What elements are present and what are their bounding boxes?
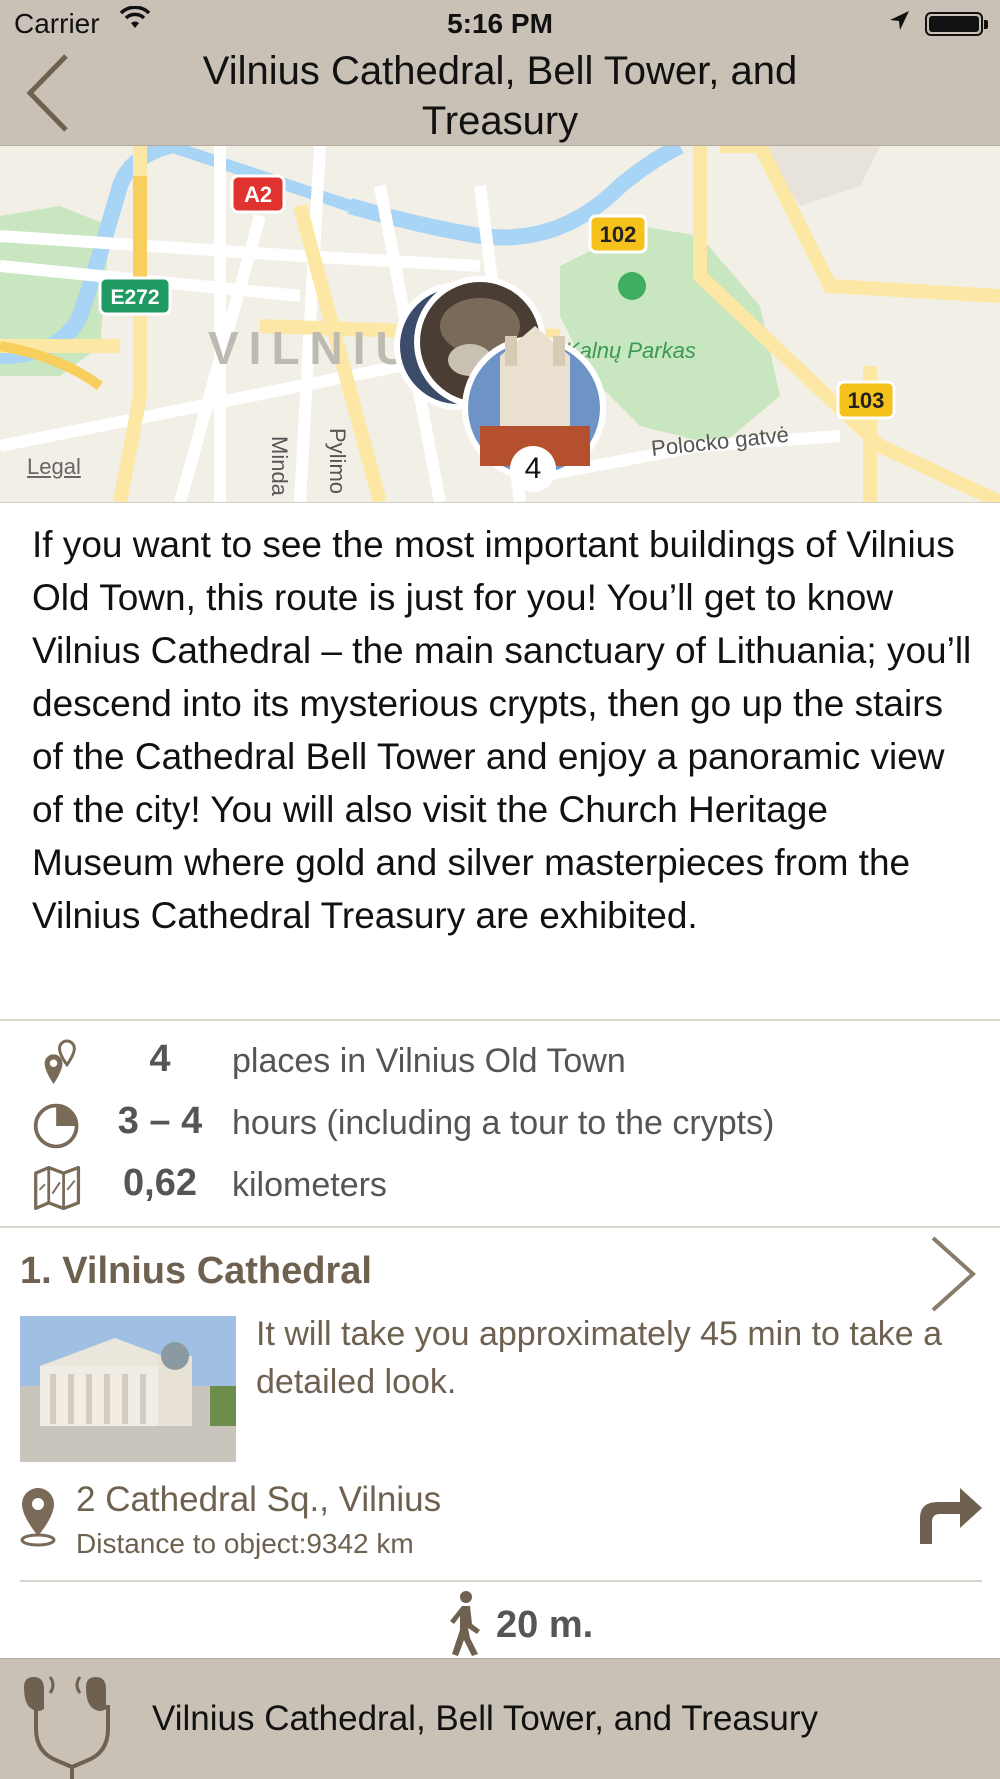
location-arrow-icon bbox=[890, 11, 909, 30]
location-pin-icon bbox=[20, 1488, 56, 1547]
battery-icon bbox=[925, 12, 988, 36]
folded-map-icon bbox=[34, 1165, 81, 1211]
place-address: 2 Cathedral Sq., Vilnius bbox=[76, 1480, 442, 1519]
headphones-icon[interactable] bbox=[18, 1669, 126, 1779]
directions-turn-right-icon[interactable] bbox=[910, 1482, 984, 1546]
navigation-bar: Carrier 5:16 PM Vilnius Cathedral, Bell … bbox=[0, 0, 1000, 146]
street-label-minda: Minda bbox=[267, 436, 292, 497]
stat-duration-value: 3 – 4 bbox=[117, 1100, 203, 1142]
road-label-e272: E272 bbox=[110, 286, 159, 309]
road-label-a2: A2 bbox=[244, 182, 272, 207]
stat-places-label: places in Vilnius Old Town bbox=[232, 1042, 626, 1080]
street-label-pylimo: Pylimo bbox=[325, 428, 350, 494]
place-title[interactable]: 1. Vilnius Cathedral bbox=[20, 1250, 372, 1293]
stat-distance-label: kilometers bbox=[232, 1166, 387, 1204]
cluster-count-badge[interactable]: 4 bbox=[510, 446, 556, 492]
place-thumbnail[interactable] bbox=[20, 1316, 236, 1462]
divider bbox=[0, 1226, 1000, 1228]
player-track-title: Vilnius Cathedral, Bell Tower, and Treas… bbox=[152, 1699, 819, 1738]
audio-player-bar[interactable]: Vilnius Cathedral, Bell Tower, and Treas… bbox=[0, 1658, 1000, 1779]
stat-places-value: 4 bbox=[149, 1038, 171, 1080]
stat-distance: 0,62 kilometers bbox=[0, 1158, 1000, 1214]
road-label-102: 102 bbox=[600, 222, 637, 247]
divider bbox=[0, 1019, 1000, 1021]
walking-time: 20 m. bbox=[496, 1604, 594, 1646]
place-distance: Distance to object:9342 km bbox=[76, 1528, 414, 1559]
stat-distance-value: 0,62 bbox=[123, 1162, 197, 1204]
route-description: If you want to see the most important bu… bbox=[32, 524, 972, 936]
legal-link[interactable]: Legal bbox=[27, 454, 81, 480]
place-duration-text: It will take you approximately 45 min to… bbox=[256, 1315, 942, 1401]
map-pins-icon bbox=[44, 1039, 76, 1085]
divider bbox=[20, 1580, 982, 1582]
road-label-103: 103 bbox=[848, 388, 885, 413]
page-title: Vilnius Cathedral, Bell Tower, and Treas… bbox=[202, 49, 798, 143]
back-chevron-icon[interactable] bbox=[22, 50, 82, 136]
map-canvas: A2 E272 102 103 VILNIUS Kalnų Parkas Pol… bbox=[0, 146, 1000, 502]
stat-duration: 3 – 4 hours (including a tour to the cry… bbox=[0, 1096, 1000, 1152]
clock-time: 5:16 PM bbox=[447, 8, 553, 39]
walking-person-icon bbox=[450, 1591, 480, 1656]
stat-places: 4 places in Vilnius Old Town bbox=[0, 1034, 1000, 1090]
route-map[interactable]: A2 E272 102 103 VILNIUS Kalnų Parkas Pol… bbox=[0, 146, 1000, 503]
status-bar: Carrier 5:16 PM bbox=[0, 0, 1000, 46]
clock-icon bbox=[33, 1103, 79, 1149]
chevron-right-icon[interactable] bbox=[925, 1232, 981, 1316]
stat-duration-label: hours (including a tour to the crypts) bbox=[232, 1104, 775, 1142]
